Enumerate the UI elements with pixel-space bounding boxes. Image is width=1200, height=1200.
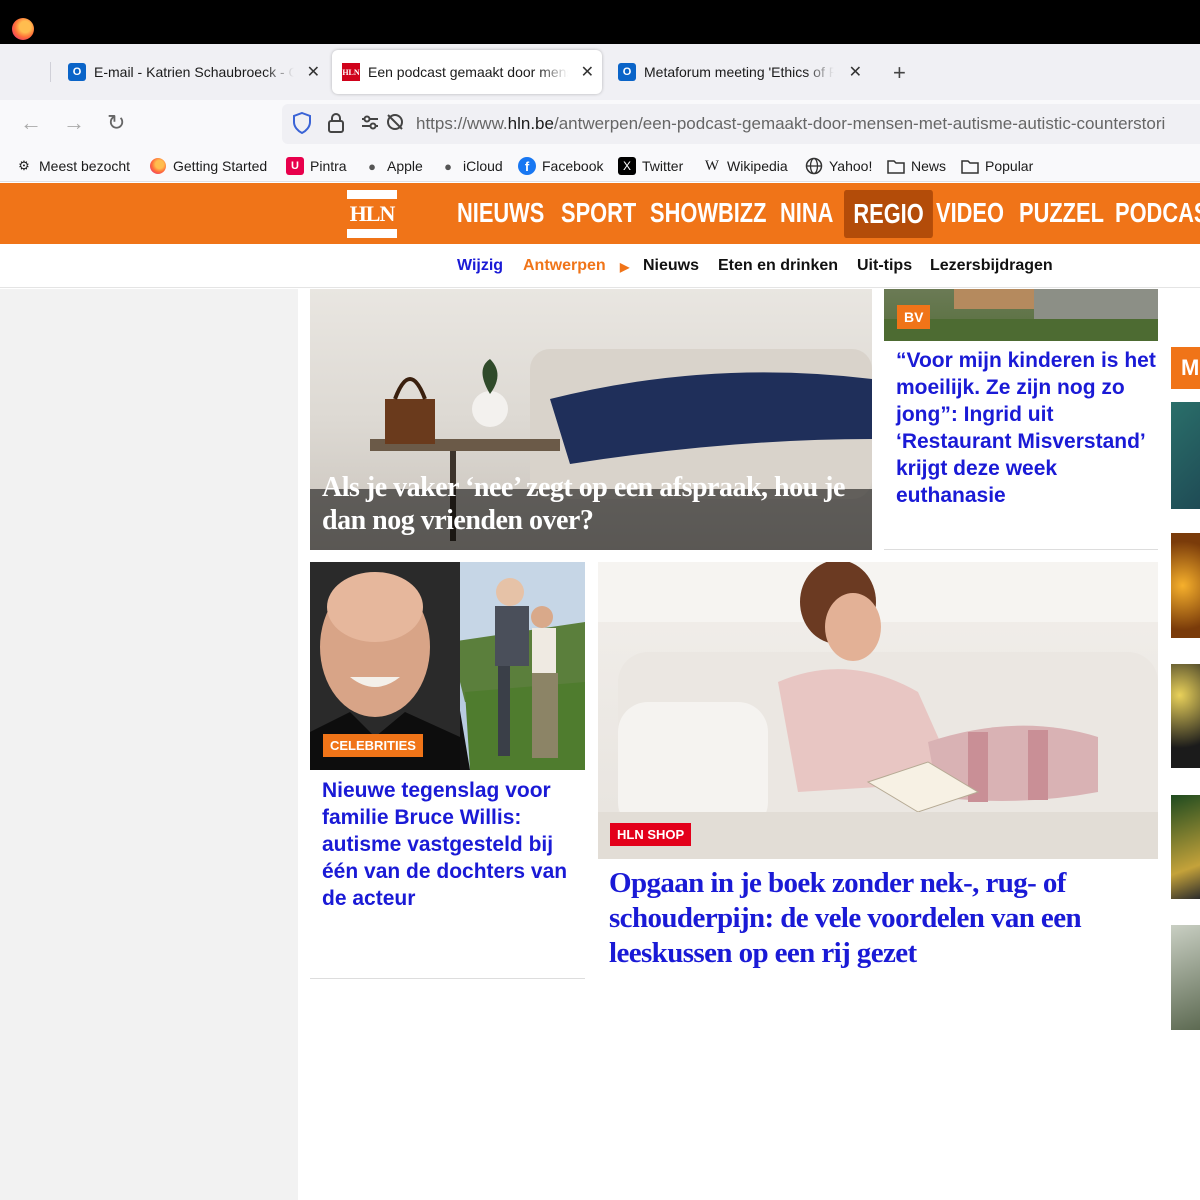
firefox-icon[interactable] (12, 18, 34, 40)
article-image-living-room[interactable]: Als je vaker ‘nee’ zegt op een afspraak,… (310, 289, 872, 550)
sidebar-thumbnail[interactable] (1171, 533, 1200, 638)
outlook-icon: O (618, 63, 636, 81)
hln-favicon: HLN (342, 63, 360, 81)
tab-hln-article[interactable]: HLN Een podcast gemaakt door mensen met … (332, 50, 602, 94)
close-icon[interactable]: ✕ (581, 62, 594, 82)
folder-icon (961, 157, 979, 175)
pintra-icon: U (286, 157, 304, 175)
sub-nav-nieuws[interactable]: Nieuws (643, 257, 699, 275)
category-chip-celebrities[interactable]: CELEBRITIES (323, 734, 423, 757)
sidebar-section-chip[interactable]: M (1171, 347, 1200, 389)
divider (884, 549, 1158, 550)
firefox-icon (149, 157, 167, 175)
bookmark-folder-popular[interactable]: Popular (961, 156, 1033, 176)
nav-puzzel[interactable]: PUZZEL (1019, 197, 1104, 229)
bookmark-meest-bezocht[interactable]: ⚙ Meest bezocht (15, 156, 130, 176)
bookmark-folder-news[interactable]: News (887, 156, 946, 176)
category-chip-hln-shop[interactable]: HLN SHOP (610, 823, 692, 846)
bookmark-apple[interactable]: ● Apple (363, 156, 423, 176)
article-headline[interactable]: Als je vaker ‘nee’ zegt op een afspraak,… (322, 471, 862, 537)
region-link[interactable]: Antwerpen (523, 257, 606, 275)
forward-icon[interactable]: → (63, 110, 85, 136)
apple-icon: ● (368, 158, 376, 174)
nav-sport[interactable]: SPORT (561, 197, 636, 229)
nav-showbizz[interactable]: SHOWBIZZ (650, 197, 766, 229)
folder-icon (887, 157, 905, 175)
tab-outlook-email[interactable]: O E-mail - Katrien Schaubroeck - Outlook… (58, 50, 328, 94)
back-icon[interactable]: ← (20, 110, 42, 136)
tab-title: Een podcast gemaakt door mensen met auti… (368, 64, 568, 80)
close-icon[interactable]: ✕ (307, 62, 320, 82)
nav-podcast[interactable]: PODCAST (1115, 197, 1200, 229)
sub-nav-eten-en-drinken[interactable]: Eten en drinken (718, 257, 838, 275)
permissions-icon[interactable] (360, 112, 380, 137)
facebook-icon: f (518, 157, 536, 175)
bookmark-getting-started[interactable]: Getting Started (149, 156, 267, 176)
url-text[interactable]: https://www.hln.be/antwerpen/een-podcast… (416, 114, 1165, 134)
new-tab-icon[interactable]: + (893, 60, 906, 86)
bookmark-pintra[interactable]: U Pintra (286, 156, 347, 176)
sidebar-thumbnail[interactable] (1171, 925, 1200, 1030)
wikipedia-icon: W (704, 157, 720, 174)
divider (310, 978, 585, 979)
outlook-icon: O (68, 63, 86, 81)
tab-title: E-mail - Katrien Schaubroeck - Outlook (94, 64, 294, 80)
bookmark-icloud[interactable]: ● iCloud (439, 156, 503, 176)
page-gutter (0, 289, 298, 1200)
article-headline[interactable]: Opgaan in je boek zonder nek-, rug- of s… (609, 866, 1154, 971)
nav-regio[interactable]: REGIO (844, 190, 934, 238)
tracking-protection-icon[interactable] (385, 112, 405, 137)
apple-icon: ● (444, 158, 452, 174)
gear-icon: ⚙ (18, 158, 30, 173)
tab-divider (50, 62, 51, 82)
tab-title: Metaforum meeting 'Ethics of Re (644, 64, 834, 80)
sidebar-thumbnail[interactable] (1171, 402, 1200, 509)
sub-nav-uit-tips[interactable]: Uit-tips (857, 257, 912, 275)
close-icon[interactable]: ✕ (849, 62, 862, 82)
article-image-reading-woman[interactable] (598, 562, 1158, 859)
reload-icon[interactable]: ↻ (107, 110, 125, 136)
article-headline[interactable]: “Voor mijn kinderen is het moeilijk. Ze … (896, 347, 1156, 509)
site-logo[interactable]: HLN (346, 190, 398, 238)
nav-video[interactable]: VIDEO (936, 197, 1004, 229)
lock-icon[interactable] (327, 112, 345, 139)
sidebar-thumbnail[interactable] (1171, 664, 1200, 768)
bookmark-twitter[interactable]: X Twitter (618, 156, 683, 176)
nav-nina[interactable]: NINA (780, 197, 833, 229)
nav-nieuws[interactable]: NIEUWS (457, 197, 544, 229)
breadcrumb-arrow-icon: ▶ (620, 260, 630, 274)
os-menu-bar (0, 0, 1200, 44)
x-icon: X (618, 157, 636, 175)
wijzig-link[interactable]: Wijzig (457, 257, 503, 275)
bookmark-wikipedia[interactable]: W Wikipedia (703, 156, 788, 176)
tab-metaforum[interactable]: O Metaforum meeting 'Ethics of Re ✕ (608, 50, 870, 94)
shield-icon[interactable] (292, 111, 312, 139)
category-chip-bv[interactable]: BV (897, 305, 931, 329)
bookmark-facebook[interactable]: f Facebook (518, 156, 603, 176)
sidebar-thumbnail[interactable] (1171, 795, 1200, 899)
globe-icon (805, 157, 823, 175)
article-headline[interactable]: Nieuwe tegenslag voor familie Bruce Will… (322, 777, 577, 912)
sub-nav-lezersbijdragen[interactable]: Lezersbijdragen (930, 257, 1053, 275)
bookmark-yahoo[interactable]: Yahoo! (805, 156, 872, 176)
